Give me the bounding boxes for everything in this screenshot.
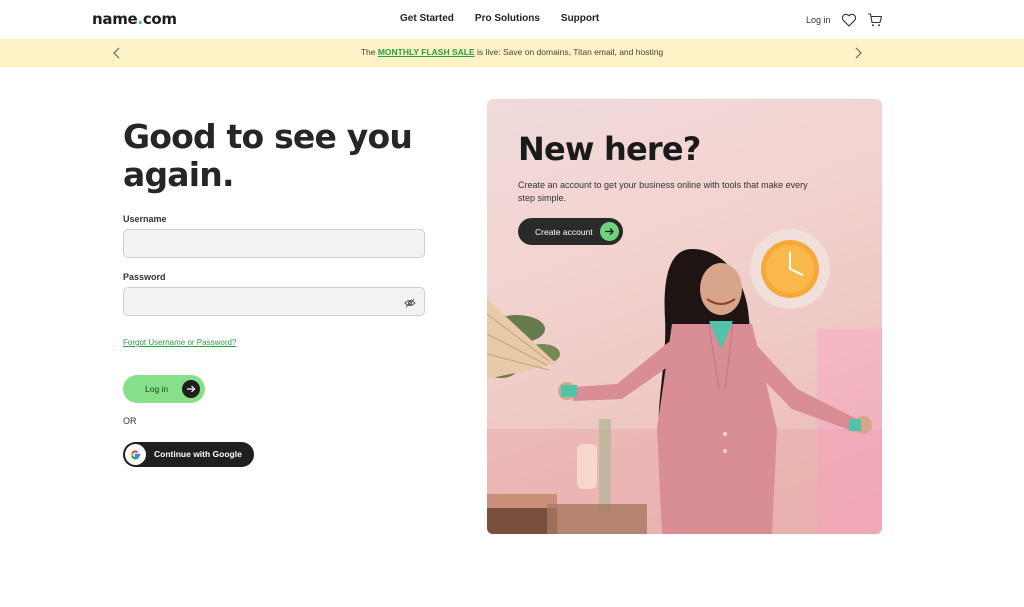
top-navigation: name.com Get Started Pro Solutions Suppo… xyxy=(0,0,1024,38)
password-input[interactable] xyxy=(124,288,424,315)
login-button-label: Log in xyxy=(145,384,169,394)
create-account-button[interactable]: Create account xyxy=(518,218,623,245)
promo-suffix: is live: Save on domains, Titan email, a… xyxy=(474,47,664,57)
arrow-right-icon xyxy=(600,222,619,241)
username-label: Username xyxy=(123,214,167,224)
login-button[interactable]: Log in xyxy=(123,375,205,403)
or-divider: OR xyxy=(123,416,137,426)
card-description: Create an account to get your business o… xyxy=(518,180,808,203)
page-title: Good to see you again. xyxy=(123,117,413,194)
card-title: New here? xyxy=(518,130,701,168)
create-account-label: Create account xyxy=(535,227,593,237)
signup-card: New here? Create an account to get your … xyxy=(487,99,882,534)
site-logo[interactable]: name.com xyxy=(92,10,177,28)
promo-sale-link[interactable]: MONTHLY FLASH SALE xyxy=(378,47,475,57)
promo-banner: The MONTHLY FLASH SALE is live: Save on … xyxy=(0,39,1024,67)
nav-pro-solutions[interactable]: Pro Solutions xyxy=(475,13,540,24)
nav-support[interactable]: Support xyxy=(561,13,599,24)
promo-prefix: The xyxy=(360,47,378,57)
google-icon xyxy=(125,444,146,465)
arrow-right-icon xyxy=(182,380,200,398)
header-login-link[interactable]: Log in xyxy=(806,15,831,25)
logo-tld: com xyxy=(142,10,177,28)
logo-main: name xyxy=(92,10,138,28)
heart-icon[interactable] xyxy=(841,12,857,28)
forgot-credentials-link[interactable]: Forgot Username or Password? xyxy=(123,338,236,347)
cart-icon[interactable] xyxy=(867,12,883,28)
header-actions: Log in xyxy=(806,12,883,28)
username-field-wrapper xyxy=(123,229,425,258)
main-nav: Get Started Pro Solutions Support xyxy=(400,13,620,24)
password-label: Password xyxy=(123,272,166,282)
google-signin-button[interactable]: Continue with Google xyxy=(123,442,254,467)
nav-get-started[interactable]: Get Started xyxy=(400,13,454,24)
username-input[interactable] xyxy=(124,230,424,257)
password-field-wrapper xyxy=(123,287,425,316)
promo-message: The MONTHLY FLASH SALE is live: Save on … xyxy=(0,47,1024,57)
google-button-label: Continue with Google xyxy=(154,449,242,459)
eye-off-icon[interactable] xyxy=(404,296,416,308)
chevron-right-icon[interactable] xyxy=(851,45,865,61)
